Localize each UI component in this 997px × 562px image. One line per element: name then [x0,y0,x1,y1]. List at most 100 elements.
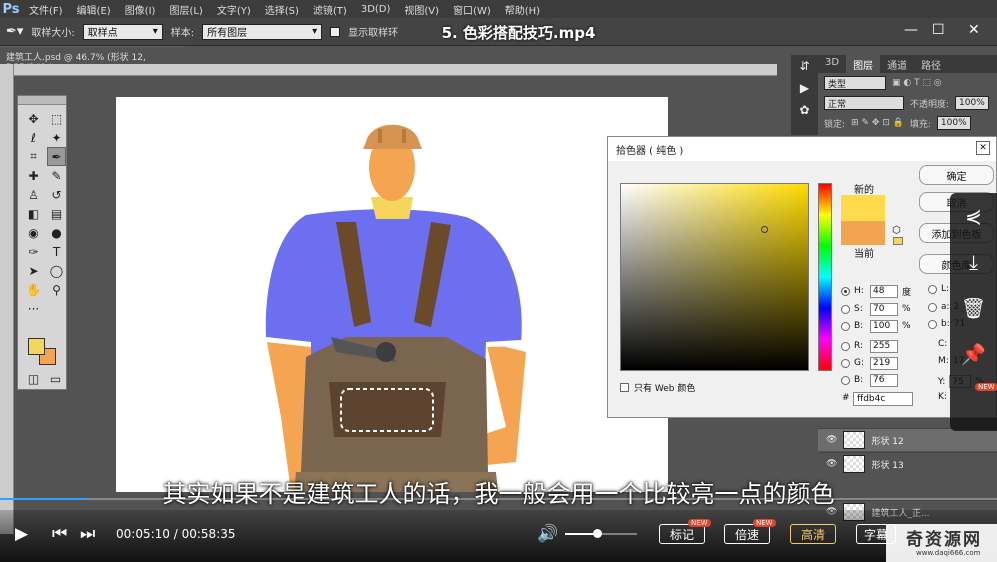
brush-tool-icon[interactable]: ✎ [47,166,66,185]
clone-stamp-icon[interactable]: ♙ [24,185,43,204]
next-icon[interactable]: ⏭ [80,524,95,544]
saturation-radio[interactable] [841,304,850,314]
menu-select[interactable]: 选择(S) [258,2,306,17]
crop-tool-icon[interactable]: ⌗ [24,147,43,166]
pen-tool-icon[interactable]: ✑ [24,242,43,261]
blur-tool-icon[interactable]: ◉ [24,223,43,242]
foreground-color-swatch[interactable] [28,338,45,355]
hue-slider[interactable] [818,183,832,371]
blue-input[interactable]: 76 [870,373,898,387]
menu-layer[interactable]: 图层(L) [162,2,209,17]
gamut-swatch[interactable] [893,237,903,245]
fill-input[interactable]: 100% [936,116,971,130]
ellipse-tool-icon[interactable]: ◯ [47,261,66,280]
saturation-brightness-field[interactable] [620,183,809,371]
tab-paths[interactable]: 路径 [914,55,948,73]
saturation-input[interactable]: 70 [870,302,898,316]
zoom-tool-icon[interactable]: ⚲ [47,280,66,299]
current-color-swatch[interactable] [841,221,885,245]
lasso-tool-icon[interactable]: ℓ [24,128,43,147]
document-tab[interactable]: 建筑工人.psd @ 46.7% (形状 12, RGB/8#) * [0,46,185,73]
menu-edit[interactable]: 编辑(E) [70,2,118,17]
blue-radio[interactable] [841,375,850,385]
history-brush-icon[interactable]: ↺ [47,185,66,204]
maximize-icon[interactable]: ☐ [932,22,945,38]
sample-size-select[interactable]: 取样点 ▾ [82,23,163,40]
opacity-input[interactable]: 100% [955,96,989,110]
path-select-icon[interactable]: ➤ [24,261,43,280]
hand-tool-icon[interactable]: ✋ [24,280,43,299]
lab-a-radio[interactable] [928,302,937,312]
menu-view[interactable]: 视图(V) [397,2,446,17]
pin-icon[interactable]: 📌 [950,331,997,377]
trash-icon[interactable]: 🗑 [950,285,997,331]
lab-b-radio[interactable] [928,319,937,329]
dialog-titlebar[interactable]: 拾色器 ( 纯色 ) [608,137,996,161]
speed-button[interactable]: 倍速 [724,524,770,544]
show-ring-checkbox[interactable] [330,26,341,37]
layer-kind-filter[interactable]: 类型 [824,76,886,90]
eye-icon[interactable]: 👁 [826,459,837,469]
toolbox-header[interactable] [18,96,66,105]
lab-l-radio[interactable] [928,284,937,294]
hue-input[interactable]: 48 [870,284,898,298]
canvas[interactable] [116,97,668,492]
menu-3d[interactable]: 3D(D) [354,4,398,15]
out-of-gamut-icon[interactable]: ⬡ [892,225,901,236]
hex-input[interactable]: ffdb4c [853,392,913,406]
eraser-tool-icon[interactable]: ◧ [24,204,43,223]
filter-icons[interactable]: ▣ ◐ T ⬚ ◎ [892,78,942,88]
menu-file[interactable]: 文件(F) [22,2,70,17]
quality-button[interactable]: 高清 [790,524,836,544]
notes-button[interactable]: 标记 [659,524,705,544]
menu-image[interactable]: 图像(I) [118,2,163,17]
web-only-checkbox[interactable] [620,383,629,392]
color-wheel-icon[interactable]: ✿ [791,99,818,121]
gradient-tool-icon[interactable]: ▤ [47,204,66,223]
eye-icon[interactable]: 👁 [826,435,837,445]
menu-type[interactable]: 文字(Y) [210,2,258,17]
ok-button[interactable]: 确定 [919,165,994,185]
tab-3d[interactable]: 3D [818,55,846,73]
green-input[interactable]: 219 [870,356,898,370]
type-tool-icon[interactable]: T [47,242,66,261]
hue-radio[interactable] [841,286,850,296]
menu-help[interactable]: 帮助(H) [498,2,547,17]
download-icon[interactable]: ⤓ [950,239,997,285]
blend-mode-select[interactable]: 正常 [824,96,904,110]
layer-row[interactable]: 👁 形状 12 [818,428,997,451]
lock-icons[interactable]: ⊞ ✎ ✥ ⊡ 🔒 [851,118,904,128]
close-icon[interactable]: ✕ [968,22,980,38]
green-radio[interactable] [841,358,850,368]
menu-window[interactable]: 窗口(W) [446,2,498,17]
minimize-icon[interactable]: — [904,22,918,38]
volume-icon[interactable]: 🔊 [537,524,558,544]
dodge-tool-icon[interactable]: ● [47,223,66,242]
tab-layers[interactable]: 图层 [846,55,881,73]
red-input[interactable]: 255 [870,339,898,353]
quick-mask-icon[interactable]: ◫ [24,369,43,388]
close-icon[interactable]: ✕ [976,141,990,155]
tab-channels[interactable]: 通道 [880,55,914,73]
adjust-icon[interactable]: ⇵ [791,55,818,77]
more-tools-icon[interactable]: ··· [24,299,43,318]
eyedropper-tool-icon[interactable]: ✒ [47,147,66,166]
healing-brush-icon[interactable]: ✚ [24,166,43,185]
screen-mode-icon[interactable]: ▭ [46,369,65,388]
eyedropper-icon[interactable]: ✒▾ [6,24,23,39]
layer-row[interactable]: 👁 形状 13 [818,452,997,475]
play-actions-icon[interactable]: ▶ [791,77,818,99]
sample-select[interactable]: 所有图层 ▾ [202,23,323,40]
red-radio[interactable] [841,341,850,351]
brightness-input[interactable]: 100 [870,319,898,333]
marquee-tool-icon[interactable]: ⬚ [47,109,66,128]
magic-wand-icon[interactable]: ✦ [47,128,66,147]
share-icon[interactable]: ⋞ [950,193,997,239]
previous-icon[interactable]: ⏮ [52,524,67,544]
menu-filter[interactable]: 滤镜(T) [306,2,354,17]
brightness-radio[interactable] [841,321,850,331]
move-tool-icon[interactable]: ✥ [24,109,43,128]
progress-track[interactable] [0,498,997,500]
play-icon[interactable]: ▶ [15,524,28,544]
color-field-marker[interactable] [761,226,768,233]
